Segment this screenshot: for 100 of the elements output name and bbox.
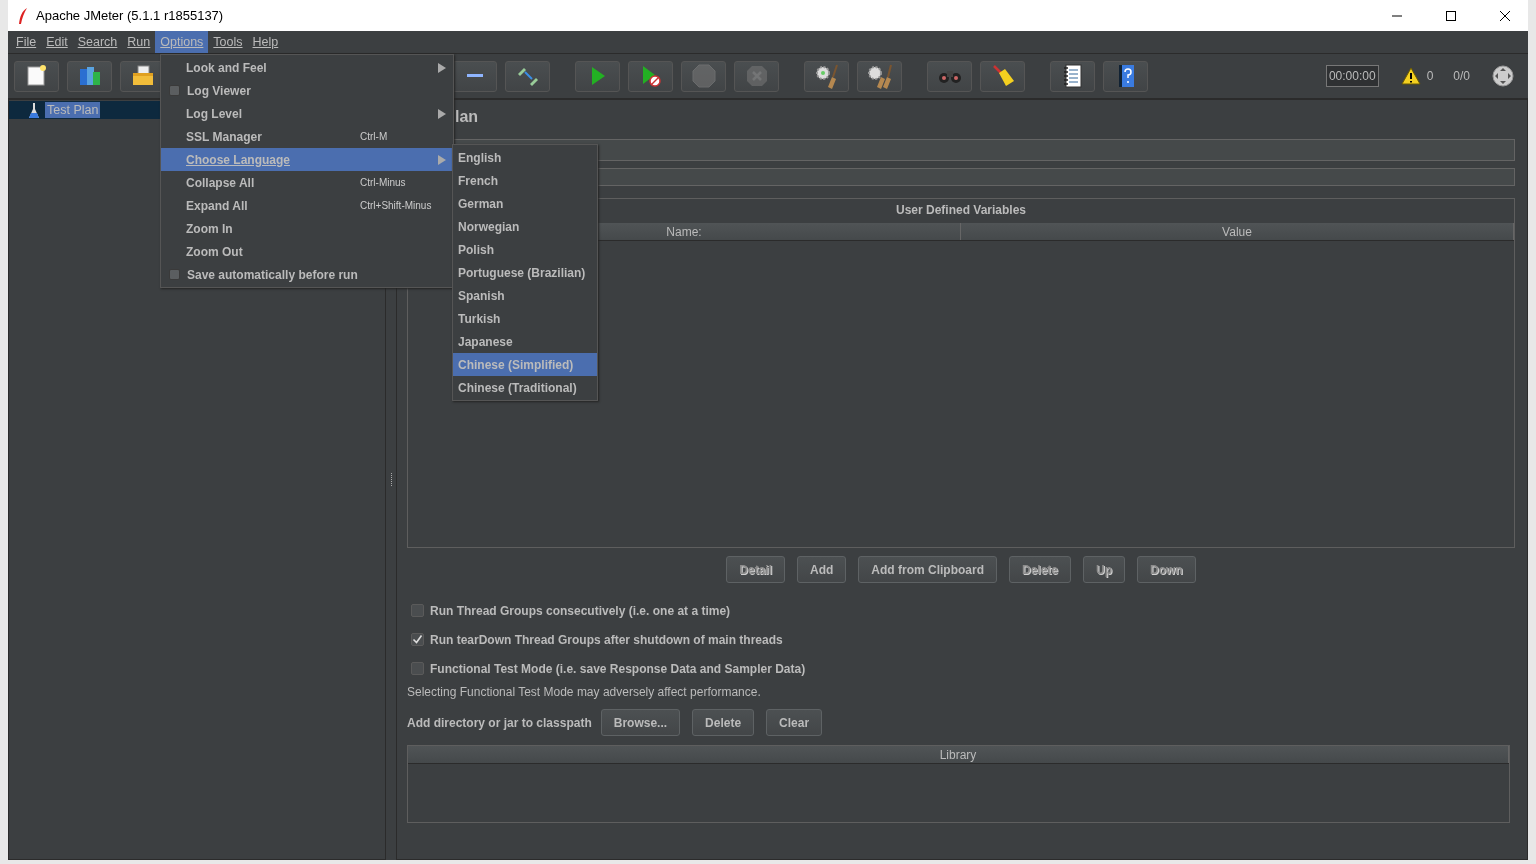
- language-label: German: [458, 196, 504, 211]
- panel-title: lan: [455, 108, 479, 127]
- menu-item-label: Look and Feel: [186, 60, 267, 75]
- menu-item-label: Expand All: [186, 198, 248, 213]
- play-no-icon: [640, 65, 661, 87]
- section-title: User Defined Variables: [895, 203, 1027, 219]
- menu-item-label: Choose Language: [186, 152, 290, 167]
- submenu-arrow-icon: [438, 154, 446, 165]
- language-label: Portuguese (Brazilian): [458, 265, 586, 280]
- menu-item[interactable]: Save automatically before run: [161, 263, 453, 286]
- menu-item[interactable]: Log Level: [161, 102, 453, 125]
- table-action-button[interactable]: Add from Clipboard: [858, 556, 997, 583]
- column-header[interactable]: Value: [961, 223, 1514, 240]
- menu-title[interactable]: Edit: [41, 31, 73, 53]
- menu-item[interactable]: Look and Feel: [161, 56, 453, 79]
- play-icon: [589, 66, 606, 86]
- shortcut-text: Ctrl-Minus: [360, 177, 406, 188]
- language-label: Turkish: [458, 311, 501, 326]
- gear-broom-icon: [813, 63, 840, 89]
- notebook-icon: [1061, 64, 1084, 88]
- language-item[interactable]: Japanese: [453, 330, 597, 353]
- gear-brooms-icon: [866, 63, 893, 89]
- note-text: Selecting Functional Test Mode may adversely affect performance.: [407, 685, 762, 699]
- checkbox[interactable]: [411, 604, 424, 617]
- checkbox[interactable]: [411, 662, 424, 675]
- classpath-button[interactable]: Browse...: [600, 709, 681, 736]
- menu-checkbox[interactable]: [169, 269, 180, 280]
- checkbox-label[interactable]: Run tearDown Thread Groups after shutdown of main threads: [430, 632, 783, 647]
- menu-title[interactable]: Run: [122, 31, 156, 53]
- start-button[interactable]: [575, 60, 620, 92]
- menu-item-label: Save automatically before run: [187, 267, 358, 282]
- clearall-button[interactable]: [857, 60, 902, 92]
- functions-button[interactable]: [1050, 60, 1095, 92]
- language-label: French: [458, 173, 498, 188]
- clear-button[interactable]: [804, 60, 849, 92]
- menu-item-label: Collapse All: [186, 175, 255, 190]
- checkbox-label[interactable]: Functional Test Mode (i.e. save Response Data and Sampler Data): [430, 661, 806, 676]
- menu-item-label: Zoom Out: [186, 244, 243, 259]
- binoculars-icon: [937, 68, 962, 84]
- checkbox-label[interactable]: Run Thread Groups consecutively (i.e. one at a time): [430, 603, 731, 618]
- menu-item[interactable]: Zoom Out: [161, 240, 453, 263]
- menu-item[interactable]: Log Viewer: [161, 79, 453, 102]
- splitter-grip-icon[interactable]: [389, 472, 393, 487]
- menu-title[interactable]: File: [11, 31, 42, 53]
- close-icon: [1500, 10, 1510, 21]
- language-item[interactable]: English: [453, 146, 597, 169]
- collapse-button[interactable]: [452, 60, 497, 92]
- folder-icon: [130, 65, 155, 87]
- help-button[interactable]: [1103, 60, 1148, 92]
- menu-title[interactable]: Tools: [208, 31, 248, 53]
- maximize-icon: [1446, 10, 1456, 21]
- menu-item-label: SSL Manager: [186, 129, 262, 144]
- stop-sign-icon: [691, 64, 716, 88]
- menu-item[interactable]: Expand All Ctrl+Shift-Minus: [161, 194, 453, 217]
- octagon-x-icon: [745, 65, 768, 87]
- classpath-label: Add directory or jar to classpath: [407, 715, 592, 730]
- menu-title[interactable]: Help: [247, 31, 284, 53]
- menu-item-label: Zoom In: [186, 221, 233, 236]
- checkbox[interactable]: [411, 633, 424, 646]
- feather-icon: [18, 7, 28, 24]
- language-item[interactable]: German: [453, 192, 597, 215]
- menu-item[interactable]: Collapse All Ctrl-Minus: [161, 171, 453, 194]
- language-label: Japanese: [458, 334, 513, 349]
- shortcut-text: Ctrl+Shift-Minus: [360, 200, 432, 211]
- elapsed-time-field: 00:00:00: [1325, 65, 1379, 87]
- language-label: Chinese (Traditional): [458, 380, 577, 395]
- menu-checkbox[interactable]: [169, 85, 180, 96]
- language-item[interactable]: Portuguese (Brazilian): [453, 261, 597, 284]
- language-item[interactable]: Polish: [453, 238, 597, 261]
- toggle-button[interactable]: [505, 60, 550, 92]
- new-button[interactable]: [14, 60, 59, 92]
- classpath-button[interactable]: Delete: [692, 709, 755, 736]
- language-label: Chinese (Simplified): [458, 357, 574, 372]
- flask-icon: [29, 102, 39, 118]
- menu-item[interactable]: SSL Manager Ctrl-M: [161, 125, 453, 148]
- submenu-arrow-icon: [438, 108, 446, 119]
- table-action-button[interactable]: Add: [797, 556, 847, 583]
- globe-icon[interactable]: [1492, 65, 1514, 87]
- shortcut-text: Ctrl-M: [360, 131, 388, 142]
- startnopause-button[interactable]: [628, 60, 673, 92]
- language-item[interactable]: Spanish: [453, 284, 597, 307]
- menu-item-label: Log Level: [186, 106, 242, 121]
- warning-count: 0: [1426, 69, 1434, 83]
- language-label: English: [458, 150, 502, 165]
- broom-icon: [990, 64, 1015, 88]
- menu-title[interactable]: Search: [72, 31, 123, 53]
- resetsearch-button[interactable]: [980, 60, 1025, 92]
- language-item[interactable]: Turkish: [453, 307, 597, 330]
- warning-icon[interactable]: [1400, 67, 1421, 85]
- books-icon: [77, 64, 102, 88]
- language-item[interactable]: Chinese (Traditional): [453, 376, 597, 399]
- document-icon: [26, 65, 47, 87]
- thread-count: 0/0: [1453, 69, 1470, 83]
- column-header[interactable]: Library: [408, 746, 1509, 763]
- language-item[interactable]: French: [453, 169, 597, 192]
- language-label: Polish: [458, 242, 494, 257]
- window-title: Apache JMeter (5.1.1 r1855137): [36, 8, 225, 23]
- minus-icon: [466, 74, 483, 78]
- classpath-button[interactable]: Clear: [766, 709, 823, 736]
- templates-button[interactable]: [67, 60, 112, 92]
